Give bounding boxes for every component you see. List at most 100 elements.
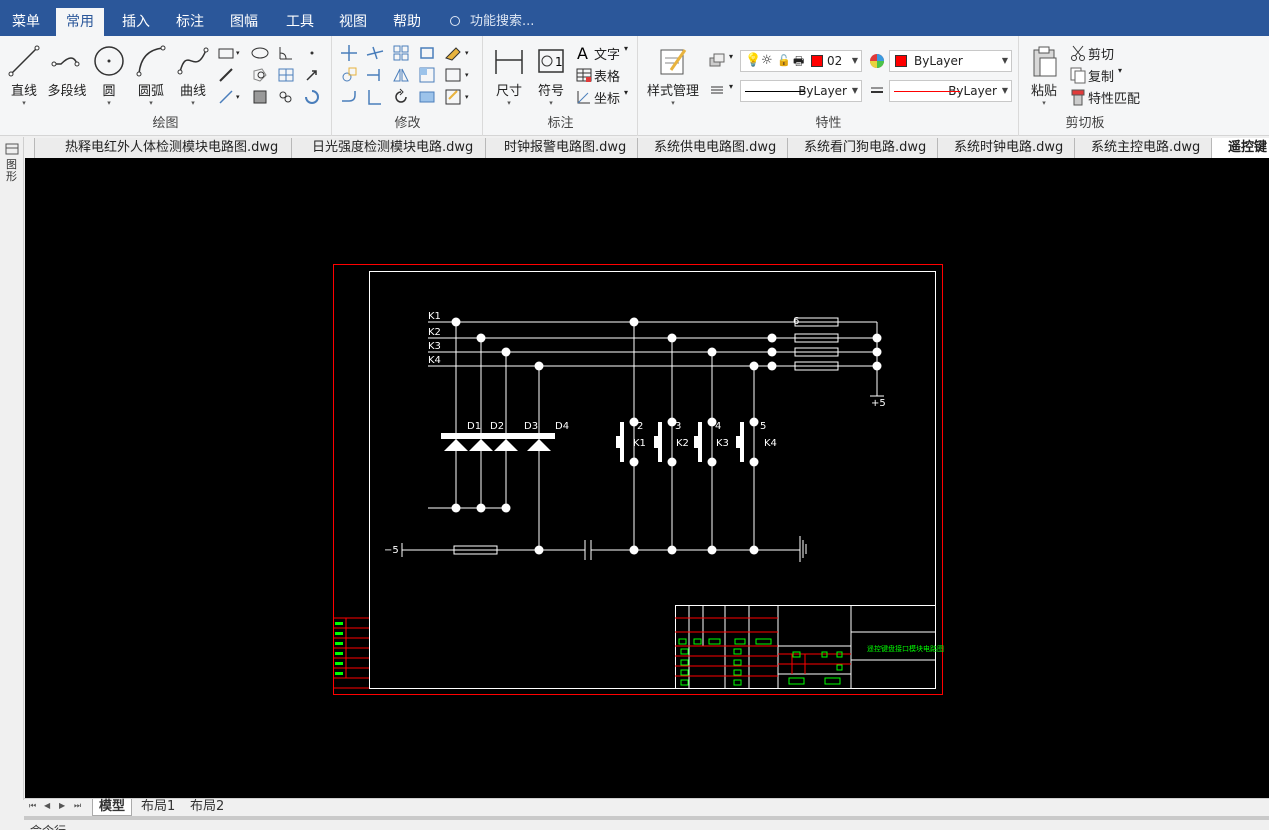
layer-states-dropdown-icon[interactable]: ▾ <box>729 52 733 61</box>
wipeout-icon[interactable] <box>302 87 322 107</box>
erase-dropdown-icon[interactable]: ▾ <box>465 43 475 63</box>
copy-dropdown-icon[interactable]: ▾ <box>1118 66 1122 75</box>
doc-tab[interactable]: 系统看门狗电路.dwg <box>787 138 937 158</box>
drawing-canvas[interactable]: K1 K2 K3 K4 D1 D2 D3 D4 2 3 4 5 K1 K2 K3… <box>25 158 1269 798</box>
table-grid-icon[interactable] <box>276 65 296 85</box>
cloud-icon[interactable] <box>276 87 296 107</box>
next-layout-icon[interactable]: ▶ <box>59 801 65 810</box>
layer-states-icon[interactable] <box>707 50 727 70</box>
line-button[interactable]: 直线 ▾ <box>6 44 42 107</box>
paste-button[interactable]: 粘贴 ▾ <box>1026 44 1062 107</box>
palette-icon[interactable] <box>5 143 19 155</box>
boundary-icon[interactable] <box>250 87 270 107</box>
command-line-label: 命令行 <box>30 822 66 830</box>
command-line[interactable]: 命令行 <box>0 820 1269 830</box>
group-box-icon[interactable] <box>443 65 463 85</box>
edit-dropdown-icon[interactable]: ▾ <box>465 87 475 107</box>
layout-tab-1[interactable]: 布局1 <box>135 799 181 816</box>
doc-tab[interactable]: 时钟报警电路图.dwg <box>485 138 637 158</box>
doc-tab[interactable]: 热释电红外人体检测模块电路图.dwg <box>34 138 291 158</box>
construction-line-icon[interactable] <box>216 87 236 107</box>
rotate-icon[interactable] <box>391 87 411 107</box>
extend-icon[interactable] <box>365 65 385 85</box>
doc-tab[interactable]: 日光强度检测模块电路.dwg <box>291 138 485 158</box>
text-dropdown-icon[interactable]: ▾ <box>624 44 628 53</box>
scale-icon[interactable] <box>417 43 437 63</box>
layer-combo[interactable]: 💡 ☼ 🔓 🖶 02 ▼ <box>740 50 862 72</box>
rectangle-icon[interactable] <box>216 43 236 63</box>
copy-icon[interactable] <box>1068 65 1088 85</box>
symbol-button[interactable]: 1 符号 ▾ <box>532 44 570 107</box>
side-palette-label[interactable]: 图形 <box>6 159 18 183</box>
point-icon[interactable] <box>302 43 322 63</box>
cut-label[interactable]: 剪切 <box>1088 44 1114 63</box>
feature-search[interactable]: 功能搜索... <box>450 0 534 36</box>
trim-icon[interactable] <box>365 43 385 63</box>
pick-arrow-icon[interactable] <box>302 65 322 85</box>
linetype-icon[interactable] <box>707 80 727 100</box>
menu-home[interactable]: 常用 <box>56 0 104 36</box>
doc-tab-active[interactable]: 遥控键 <box>1211 138 1269 158</box>
coordinate-icon[interactable] <box>574 87 594 107</box>
fillet-icon[interactable] <box>339 87 359 107</box>
linetype-value: ByLayer <box>798 84 847 98</box>
color-wheel-icon[interactable] <box>867 51 887 71</box>
coordinate-dropdown-icon[interactable]: ▾ <box>624 88 628 97</box>
menu-view[interactable]: 视图 <box>329 0 377 36</box>
properties-group-label: 特性 <box>815 116 842 131</box>
hatch-line-icon[interactable] <box>216 65 236 85</box>
circle-button[interactable]: 圆 ▾ <box>92 44 126 107</box>
construction-dropdown-icon[interactable]: ▾ <box>236 87 246 107</box>
last-layout-icon[interactable]: ⏭ <box>74 801 81 811</box>
region-icon[interactable] <box>250 65 270 85</box>
eraser-icon[interactable] <box>443 43 463 63</box>
curve-button[interactable]: 曲线 ▾ <box>176 44 210 107</box>
lineweight-icon[interactable] <box>867 81 887 101</box>
offset-icon[interactable] <box>365 87 385 107</box>
layout-tab-2[interactable]: 布局2 <box>184 799 230 816</box>
polyline-button[interactable]: 多段线 <box>44 44 90 99</box>
match-properties-label[interactable]: 特性匹配 <box>1088 88 1140 107</box>
stretch-icon[interactable] <box>417 65 437 85</box>
text-icon[interactable]: A <box>574 43 594 63</box>
menu-insert[interactable]: 插入 <box>112 0 160 36</box>
table-icon[interactable] <box>574 65 594 85</box>
doc-tab[interactable]: 系统时钟电路.dwg <box>937 138 1074 158</box>
scissors-icon[interactable] <box>1068 43 1088 63</box>
menu-annotate[interactable]: 标注 <box>166 0 214 36</box>
explode-icon[interactable] <box>417 87 437 107</box>
menu-tools[interactable]: 工具 <box>276 0 324 36</box>
doc-tab[interactable]: 系统主控电路.dwg <box>1074 138 1211 158</box>
ellipse-icon[interactable] <box>250 43 270 63</box>
menu-sheet[interactable]: 图幅 <box>220 0 268 36</box>
arc-button[interactable]: 圆弧 ▾ <box>134 44 168 107</box>
style-manager-button[interactable]: 样式管理 ▾ <box>643 44 703 107</box>
table-label[interactable]: 表格 <box>594 66 620 85</box>
prev-layout-icon[interactable]: ◀ <box>44 801 50 810</box>
doc-tab[interactable]: 系统供电电路图.dwg <box>637 138 787 158</box>
lineweight-combo[interactable]: ByLayer ▼ <box>889 80 1012 102</box>
angle-icon[interactable] <box>276 43 296 63</box>
linetype-combo[interactable]: ByLayer ▼ <box>740 80 862 102</box>
polyline-label: 多段线 <box>47 84 87 99</box>
text-label[interactable]: 文字 <box>594 44 620 63</box>
color-combo[interactable]: ByLayer ▼ <box>889 50 1012 72</box>
rectangle-dropdown-icon[interactable]: ▾ <box>236 43 246 63</box>
copy-label[interactable]: 复制 <box>1088 66 1114 85</box>
menu-help[interactable]: 帮助 <box>383 0 431 36</box>
coordinate-label[interactable]: 坐标 <box>594 88 620 107</box>
dimension-button[interactable]: 尺寸 ▾ <box>490 44 528 107</box>
polyline-icon <box>51 44 83 78</box>
line-label: 直线 <box>10 84 37 99</box>
first-layout-icon[interactable]: ⏮ <box>29 801 36 811</box>
layout-tab-model[interactable]: 模型 <box>92 799 133 816</box>
group-dropdown-icon[interactable]: ▾ <box>465 65 475 85</box>
copy-object-icon[interactable] <box>339 65 359 85</box>
move-icon[interactable] <box>339 43 359 63</box>
properties-edit-icon[interactable] <box>443 87 463 107</box>
linetype-dropdown-icon[interactable]: ▾ <box>729 82 733 91</box>
match-properties-icon[interactable] <box>1068 87 1088 107</box>
mirror-icon[interactable] <box>391 65 411 85</box>
array-icon[interactable] <box>391 43 411 63</box>
menu-main[interactable]: 菜单 <box>2 0 50 36</box>
